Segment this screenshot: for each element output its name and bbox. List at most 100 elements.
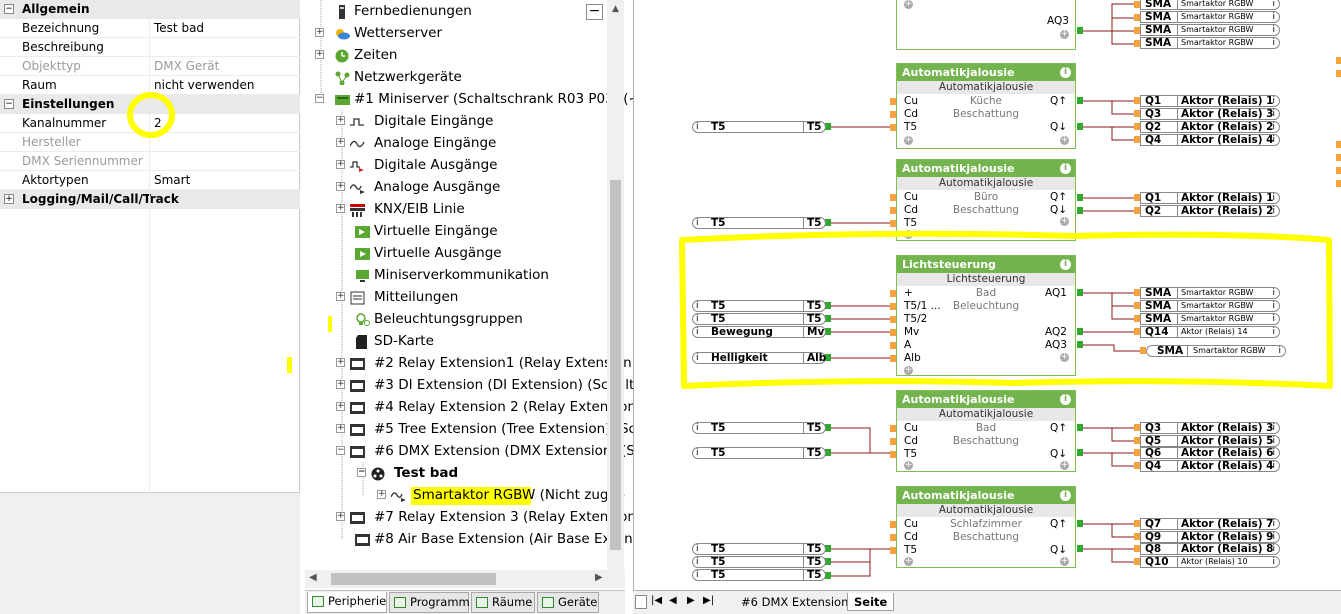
expand-icon[interactable]: + — [336, 292, 345, 301]
output-box[interactable]: Q3 Aktor (Relais) 3i — [1140, 108, 1280, 120]
output-pin[interactable] — [1077, 123, 1083, 130]
tab-icon — [394, 597, 406, 608]
expand-icon[interactable]: + — [336, 380, 345, 389]
tab-programm[interactable]: Programm — [389, 592, 470, 613]
output-pin[interactable] — [1077, 207, 1083, 214]
output-box[interactable]: SMA Smartaktor RGBW i — [1140, 37, 1280, 49]
expand-icon[interactable]: + — [336, 160, 345, 169]
clock-icon — [335, 48, 350, 63]
output-box[interactable]: Q2 Aktor (Relais) 2i — [1140, 205, 1280, 217]
prop-row-dmx-seriennummer: DMX Seriennummer — [0, 152, 300, 171]
expand-icon[interactable]: + — [336, 402, 345, 411]
expand-icon[interactable]: + — [336, 204, 345, 213]
scroll-left-arrow-icon[interactable]: ◀ — [309, 572, 317, 583]
prop-row-beschreibung[interactable]: Beschreibung — [0, 38, 300, 57]
prev-page-button[interactable]: ◀ — [669, 595, 677, 606]
tree-horizontal-scrollbar[interactable]: ◀ ▶ — [305, 570, 625, 588]
tab-peripherie[interactable]: Peripherie — [307, 592, 387, 613]
output-pin[interactable] — [1077, 194, 1083, 201]
output-pin[interactable] — [1077, 449, 1083, 456]
collapse-icon[interactable]: − — [4, 99, 14, 109]
output-box[interactable]: Q7 Aktor (Relais) 7i — [1140, 518, 1280, 530]
prop-row-aktortypen[interactable]: Aktortypen Smart — [0, 171, 300, 190]
expand-icon[interactable]: + — [336, 358, 345, 367]
highlight-mark — [287, 357, 292, 373]
expand-icon[interactable]: + — [336, 512, 345, 521]
tree-label: Virtuelle Eingänge — [374, 223, 498, 239]
input-box[interactable]: i T5 T5 — [692, 556, 826, 568]
panel-tabs: Peripherie Programm Räume Geräte — [305, 590, 625, 614]
expand-icon[interactable]: + — [336, 424, 345, 433]
output-box[interactable]: Q3 Aktor (Relais) 3i — [1140, 422, 1280, 434]
expand-icon[interactable]: + — [336, 138, 345, 147]
output-box[interactable]: Q1 Aktor (Relais) 1i — [1140, 95, 1280, 107]
tree-label: Digitale Ausgänge — [374, 157, 498, 173]
expand-icon[interactable]: + — [336, 116, 345, 125]
output-box[interactable]: Q9 Aktor (Relais) 9i — [1140, 531, 1280, 543]
tree-label: Fernbedienungen — [354, 3, 472, 19]
output-box[interactable]: SMA Smartaktor RGBW i — [1140, 0, 1280, 10]
scrollbar-thumb[interactable] — [331, 573, 496, 585]
last-page-button[interactable]: ▶| — [703, 595, 714, 606]
tab-raeume[interactable]: Räume — [471, 592, 535, 613]
output-box[interactable]: Q2 Aktor (Relais) 2i — [1140, 121, 1280, 133]
input-box[interactable]: i T5 T5 — [692, 447, 826, 459]
tab-geraete[interactable]: Geräte — [537, 592, 599, 613]
output-box[interactable]: Q6 Aktor (Relais) 6i — [1140, 447, 1280, 459]
page-tab-seite[interactable]: Seite — [847, 593, 895, 611]
first-page-button[interactable]: |◀ — [651, 595, 662, 606]
expand-icon[interactable]: + — [315, 50, 324, 59]
output-pin[interactable] — [1077, 27, 1083, 34]
output-box[interactable]: SMA Smartaktor RGBW i — [1140, 11, 1280, 23]
input-box[interactable]: i T5 T5 — [692, 569, 826, 581]
expand-icon[interactable]: + — [336, 182, 345, 191]
output-box[interactable]: Q5 Aktor (Relais) 5i — [1140, 435, 1280, 447]
output-pin[interactable] — [1077, 545, 1083, 552]
output-box[interactable]: SMA Smartaktor RGBW i — [1140, 24, 1280, 36]
page-tab-dmx-extension[interactable]: #6 DMX Extension — [735, 593, 854, 611]
view-toggle-button[interactable] — [635, 595, 647, 609]
analog-output-icon — [390, 488, 406, 502]
prop-value[interactable]: Smart — [154, 171, 190, 190]
tab-icon — [476, 597, 488, 608]
next-page-button[interactable]: ▶ — [687, 595, 695, 606]
output-box[interactable]: Q4 Aktor (Relais) 4i — [1140, 134, 1280, 146]
input-box[interactable]: i T5 T5 — [692, 422, 826, 434]
output-box[interactable]: Q8 Aktor (Relais) 8i — [1140, 543, 1280, 555]
extension-icon — [350, 378, 365, 392]
expand-icon[interactable]: + — [4, 194, 14, 204]
output-pin[interactable] — [1077, 520, 1083, 527]
tree-label: SD-Karte — [374, 333, 434, 349]
page-navigation-bar: |◀ ◀ ▶ ▶| #6 DMX Extension Seite — [633, 590, 1341, 614]
tree-label: KNX/EIB Linie — [374, 201, 465, 217]
group-logging[interactable]: + Logging/Mail/Call/Track — [0, 190, 300, 209]
output-pin[interactable] — [1077, 97, 1083, 104]
scrollbar-thumb[interactable] — [610, 180, 621, 550]
collapse-icon[interactable]: − — [4, 4, 14, 14]
output-box[interactable]: Q1 Aktor (Relais) 1i — [1140, 192, 1280, 204]
collapse-icon[interactable]: − — [315, 94, 324, 103]
prop-row-bezeichnung[interactable]: Bezeichnung Test bad — [0, 19, 300, 38]
network-icon — [335, 70, 350, 86]
connector-pin — [1336, 180, 1341, 187]
expand-icon[interactable]: + — [377, 490, 386, 499]
expand-icon[interactable]: + — [315, 28, 324, 37]
scroll-right-arrow-icon[interactable]: ▶ — [595, 572, 603, 583]
group-allgemein[interactable]: − Allgemein — [0, 0, 300, 19]
collapse-all-button[interactable]: − — [586, 4, 603, 20]
input-box[interactable]: i T5 T5 — [692, 121, 826, 133]
input-box[interactable]: i T5 T5 — [692, 543, 826, 555]
output-pin[interactable] — [1077, 424, 1083, 431]
prop-value[interactable]: Test bad — [154, 19, 204, 38]
collapse-icon[interactable]: − — [336, 446, 345, 455]
output-box[interactable]: Q4 Aktor (Relais) 4i — [1140, 460, 1280, 472]
tree-vertical-scrollbar[interactable]: ▲ − — [586, 0, 624, 570]
extension-icon — [350, 422, 365, 436]
tree-label: Zeiten — [354, 47, 398, 63]
prop-row-objekttyp: Objekttyp DMX Gerät — [0, 57, 300, 76]
collapse-icon[interactable]: − — [357, 468, 366, 477]
program-canvas[interactable]: + AQ3 + Automatikjalousie i Automatikjalo… — [633, 0, 1341, 590]
output-box[interactable]: Q10 Aktor (Relais) 10 i — [1140, 556, 1280, 568]
tab-label: Geräte — [558, 595, 598, 609]
scroll-up-arrow-icon[interactable]: ▲ — [607, 0, 624, 18]
